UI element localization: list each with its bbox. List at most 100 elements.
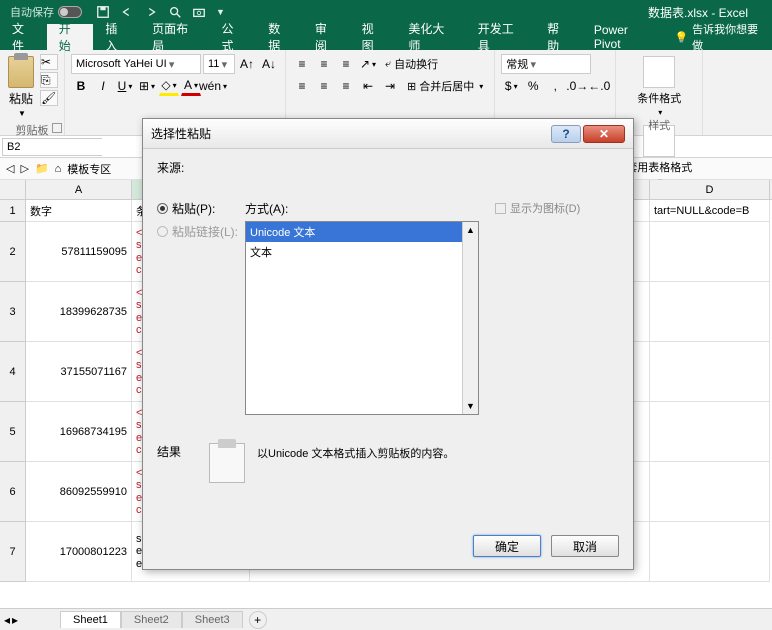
cell[interactable]: 17000801223 — [26, 522, 132, 582]
orientation-icon[interactable]: ↗▾ — [358, 54, 378, 74]
comma-icon[interactable]: , — [545, 76, 565, 96]
italic-button[interactable]: I — [93, 76, 113, 96]
cell[interactable] — [650, 282, 770, 342]
percent-icon[interactable]: % — [523, 76, 543, 96]
cell[interactable]: 数字 — [26, 200, 132, 222]
ok-button[interactable]: 确定 — [473, 535, 541, 557]
fill-color-button[interactable]: ◇▾ — [159, 76, 179, 96]
dialog-titlebar[interactable]: 选择性粘贴 ? ✕ — [143, 119, 633, 149]
name-box[interactable]: ▾ — [2, 138, 102, 156]
tab-dev[interactable]: 开发工具 — [466, 24, 535, 50]
sheet-nav-prev-icon[interactable]: ◂ — [4, 613, 10, 627]
tab-beautify[interactable]: 美化大师 — [396, 24, 465, 50]
sheet-tab[interactable]: Sheet2 — [121, 611, 182, 628]
cell[interactable] — [650, 402, 770, 462]
bold-button[interactable]: B — [71, 76, 91, 96]
redo-icon[interactable] — [144, 5, 158, 19]
cut-button[interactable]: ✂ — [40, 54, 58, 70]
decrease-decimal-icon[interactable]: ←.0 — [589, 76, 609, 96]
format-painter-button[interactable]: 🖌 — [40, 90, 58, 106]
list-item[interactable]: 文本 — [246, 242, 478, 262]
align-middle-icon[interactable]: ≡ — [314, 54, 334, 74]
col-header-A[interactable]: A — [26, 180, 132, 199]
increase-font-icon[interactable]: A↑ — [237, 54, 257, 74]
cell[interactable] — [650, 522, 770, 582]
tab-home[interactable]: 开始 — [47, 24, 94, 50]
scroll-up-icon[interactable]: ▲ — [463, 222, 478, 238]
copy-button[interactable]: ⎘ — [40, 72, 58, 88]
indent-decrease-icon[interactable]: ⇤ — [358, 76, 378, 96]
list-item[interactable]: Unicode 文本 — [246, 222, 478, 242]
row-header[interactable]: 5 — [0, 402, 26, 462]
format-table-button[interactable]: 套用表格格式▾ — [626, 125, 692, 186]
cancel-button[interactable]: 取消 — [551, 535, 619, 557]
border-button[interactable]: ⊞▾ — [137, 76, 157, 96]
align-right-icon[interactable]: ≡ — [336, 76, 356, 96]
home-icon[interactable]: ⌂ — [55, 163, 62, 175]
underline-button[interactable]: U▾ — [115, 76, 135, 96]
select-all-corner[interactable] — [0, 180, 26, 199]
sheet-tab[interactable]: Sheet3 — [182, 611, 243, 628]
paste-radio[interactable]: 粘贴(P): — [157, 200, 241, 217]
print-preview-icon[interactable] — [168, 5, 182, 19]
decrease-font-icon[interactable]: A↓ — [259, 54, 279, 74]
name-box-input[interactable] — [3, 139, 153, 155]
scrollbar[interactable]: ▲ ▼ — [462, 222, 478, 414]
forward-icon[interactable]: ▷ — [20, 162, 28, 175]
align-bottom-icon[interactable]: ≡ — [336, 54, 356, 74]
save-icon[interactable] — [96, 5, 110, 19]
autosave-toggle[interactable]: 自动保存 — [4, 2, 88, 22]
sheet-tab[interactable]: Sheet1 — [60, 611, 121, 628]
tab-data[interactable]: 数据 — [256, 24, 303, 50]
sheet-nav-next-icon[interactable]: ▸ — [12, 613, 18, 627]
phonetic-button[interactable]: wén▾ — [203, 76, 223, 96]
cell[interactable] — [650, 222, 770, 282]
cell[interactable]: 57811159095 — [26, 222, 132, 282]
cell[interactable] — [650, 462, 770, 522]
dialog-help-button[interactable]: ? — [551, 125, 581, 143]
tab-insert[interactable]: 插入 — [93, 24, 140, 50]
scroll-down-icon[interactable]: ▼ — [463, 398, 478, 414]
cell[interactable] — [650, 342, 770, 402]
row-header[interactable]: 7 — [0, 522, 26, 582]
indent-increase-icon[interactable]: ⇥ — [380, 76, 400, 96]
tab-powerpivot[interactable]: Power Pivot — [582, 24, 667, 50]
row-header[interactable]: 6 — [0, 462, 26, 522]
merge-center-button[interactable]: ⊞合并后居中▾ — [402, 76, 488, 96]
row-header[interactable]: 3 — [0, 282, 26, 342]
row-header[interactable]: 4 — [0, 342, 26, 402]
paste-button[interactable]: 粘贴 ▼ — [6, 54, 36, 120]
cell[interactable]: 18399628735 — [26, 282, 132, 342]
row-header[interactable]: 1 — [0, 200, 26, 222]
cell[interactable]: 37155071167 — [26, 342, 132, 402]
back-icon[interactable]: ◁ — [6, 162, 14, 175]
font-name-combo[interactable]: Microsoft YaHei UI▾ — [71, 54, 201, 74]
dialog-close-button[interactable]: ✕ — [583, 125, 625, 143]
align-left-icon[interactable]: ≡ — [292, 76, 312, 96]
wrap-text-button[interactable]: ⤶自动换行 — [380, 54, 443, 74]
add-sheet-button[interactable]: + — [249, 611, 267, 629]
tab-view[interactable]: 视图 — [350, 24, 397, 50]
template-area-label[interactable]: 模板专区 — [67, 161, 111, 177]
folder-icon[interactable]: 📁 — [35, 162, 49, 175]
clipboard-launcher[interactable] — [52, 123, 62, 133]
align-top-icon[interactable]: ≡ — [292, 54, 312, 74]
cell[interactable]: 86092559910 — [26, 462, 132, 522]
cell[interactable]: tart=NULL&code=B — [650, 200, 770, 222]
format-listbox[interactable]: Unicode 文本 文本 ▲ ▼ — [245, 221, 479, 415]
qat-dropdown-icon[interactable]: ▼ — [216, 7, 225, 17]
tab-review[interactable]: 审阅 — [303, 24, 350, 50]
cell[interactable]: 16968734195 — [26, 402, 132, 462]
align-center-icon[interactable]: ≡ — [314, 76, 334, 96]
row-header[interactable]: 2 — [0, 222, 26, 282]
tab-file[interactable]: 文件 — [0, 24, 47, 50]
tab-help[interactable]: 帮助 — [535, 24, 582, 50]
tab-layout[interactable]: 页面布局 — [140, 24, 209, 50]
undo-icon[interactable] — [120, 5, 134, 19]
increase-decimal-icon[interactable]: .0→ — [567, 76, 587, 96]
tab-formula[interactable]: 公式 — [210, 24, 257, 50]
conditional-format-button[interactable]: 条件格式▾ — [626, 56, 692, 117]
tell-me-search[interactable]: 💡 告诉我你想要做 — [666, 24, 772, 50]
camera-icon[interactable] — [192, 5, 206, 19]
font-size-combo[interactable]: 11▾ — [203, 54, 235, 74]
